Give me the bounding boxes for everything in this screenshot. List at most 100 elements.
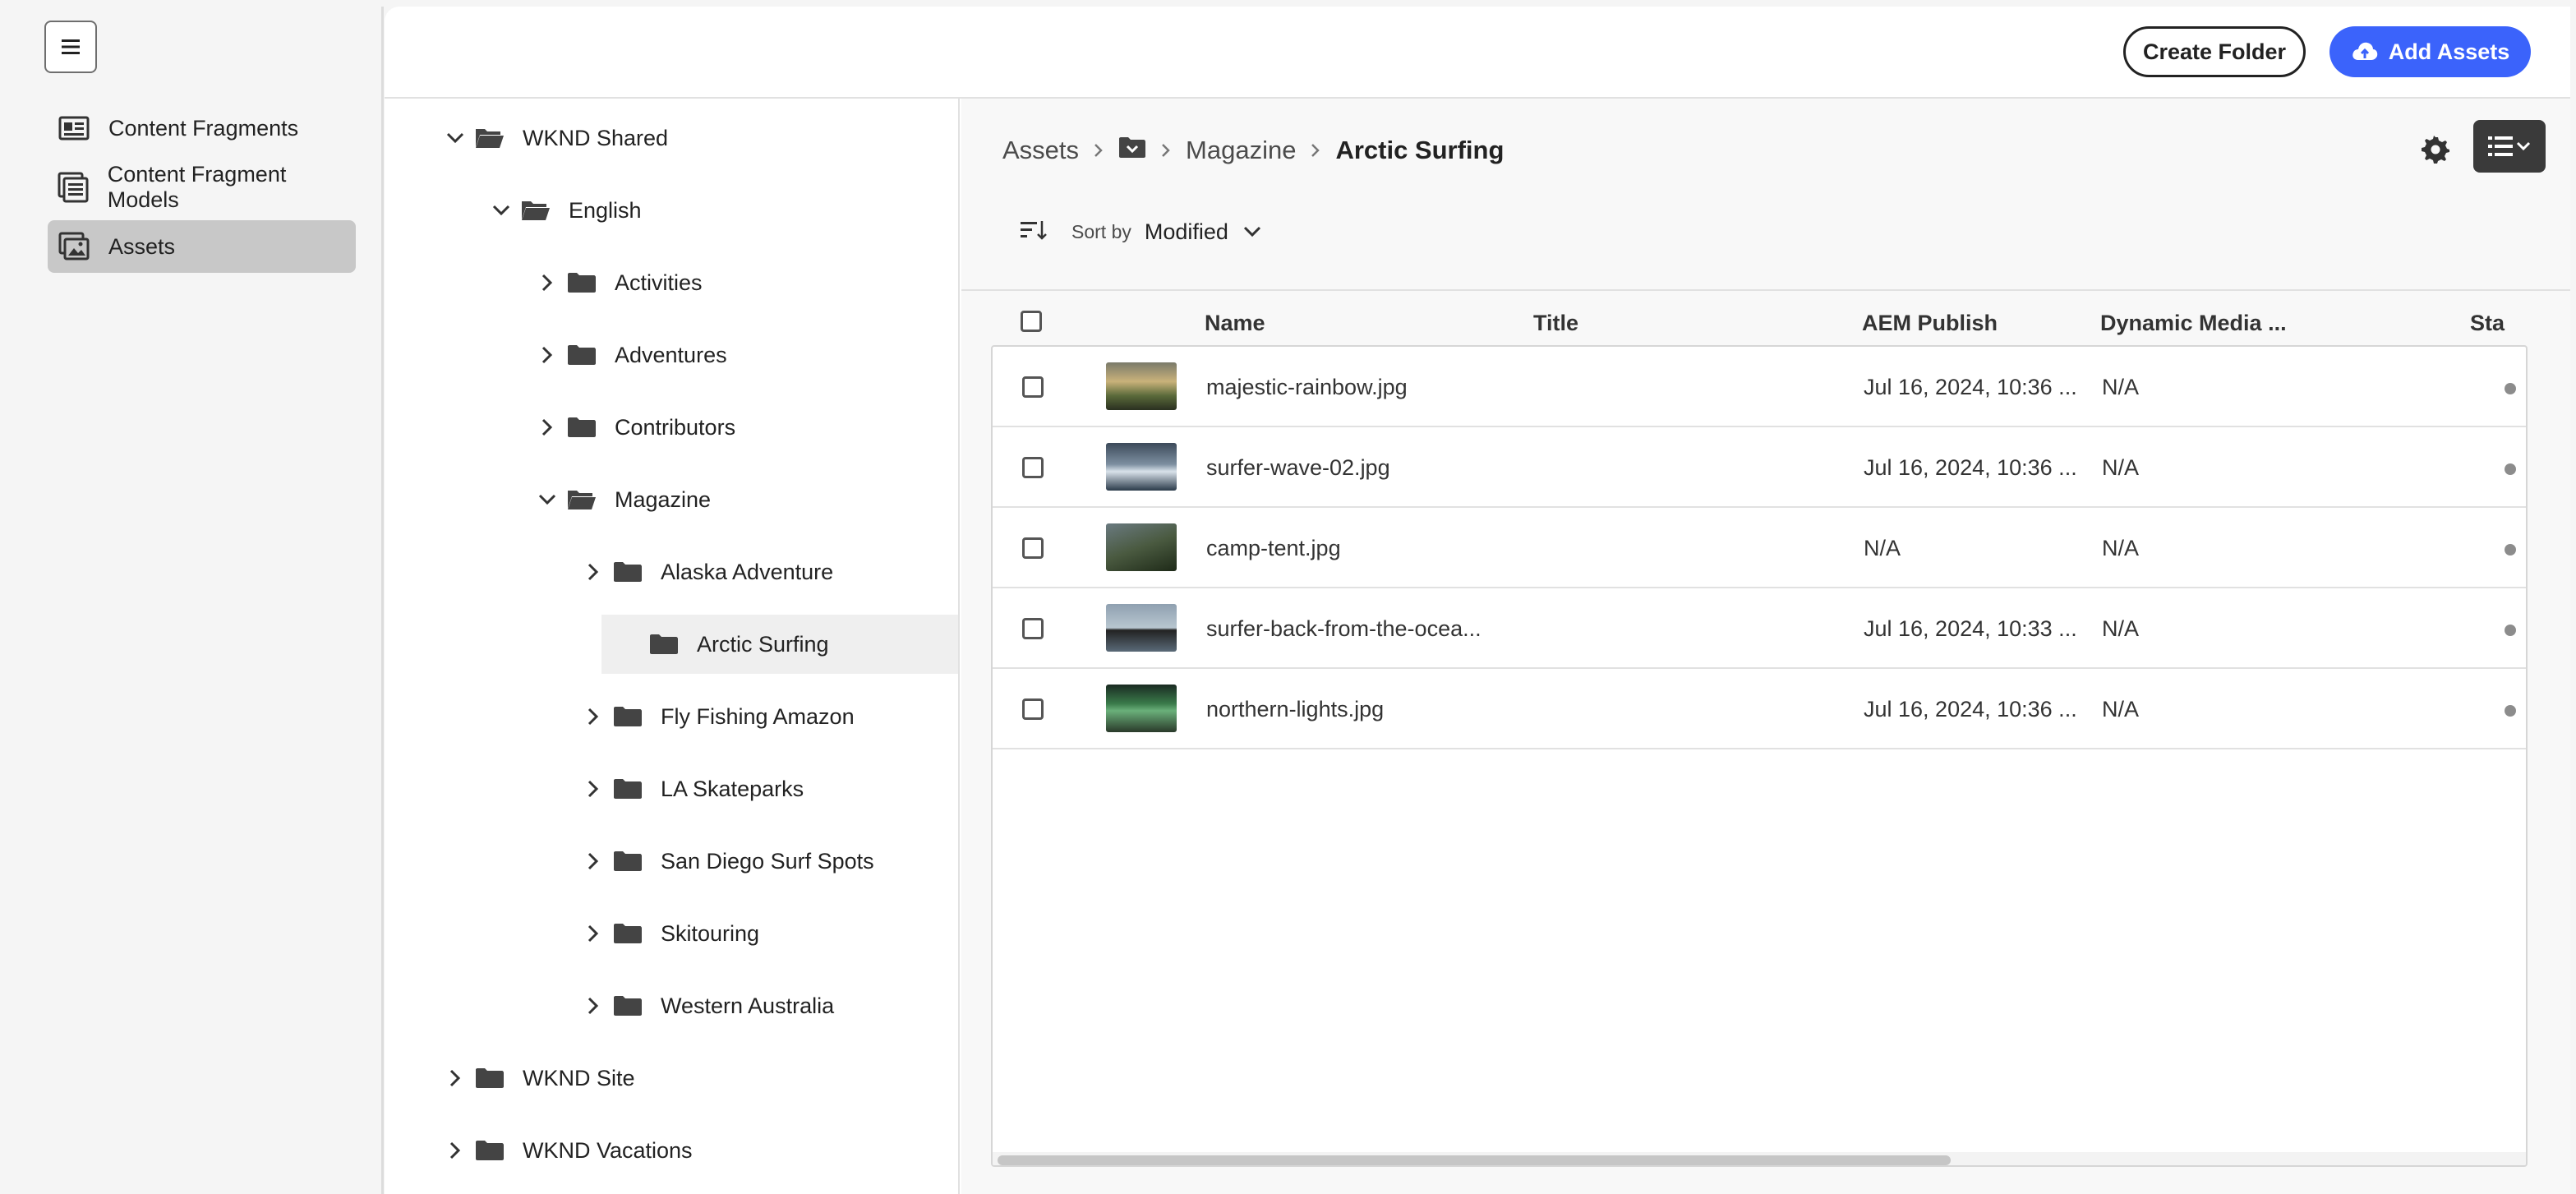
column-header-aem-publish[interactable]: AEM Publish [1862,311,1998,336]
folder-icon [475,1138,506,1163]
add-assets-button[interactable]: Add Assets [2329,26,2531,77]
chevron-down-icon[interactable] [1243,226,1261,237]
folder-open-icon [475,126,506,150]
asset-aem-publish: Jul 16, 2024, 10:33 ... [1864,616,2077,641]
chevron-right-icon[interactable] [583,707,603,726]
tree-item[interactable]: LA Skateparks [385,759,958,818]
asset-name[interactable]: surfer-back-from-the-ocea... [1206,616,1482,642]
create-folder-button[interactable]: Create Folder [2123,26,2306,77]
tree-item[interactable]: English [385,181,958,240]
table-row[interactable]: majestic-rainbow.jpg Jul 16, 2024, 10:36 … [993,347,2526,427]
tree-item[interactable]: Western Australia [385,976,958,1035]
table-row[interactable]: surfer-wave-02.jpg Jul 16, 2024, 10:36 ..… [993,427,2526,508]
asset-name[interactable]: northern-lights.jpg [1206,697,1384,722]
row-checkbox[interactable] [1022,537,1044,559]
column-header-dynamic-media[interactable]: Dynamic Media ... [2100,311,2287,336]
status-dot [2505,625,2516,636]
chevron-right-icon[interactable] [537,417,557,437]
asset-name[interactable]: camp-tent.jpg [1206,536,1341,561]
tree-item-label: Adventures [615,342,727,367]
tree-item[interactable]: San Diego Surf Spots [385,832,958,891]
table-row[interactable]: camp-tent.jpg N/A N/A [993,508,2526,588]
tree-item[interactable]: Alaska Adventure [385,542,958,602]
tree-item[interactable]: Skitouring [385,904,958,963]
tree-item[interactable]: Activities [385,253,958,312]
tree-item[interactable]: WKND Vacations [385,1121,958,1180]
chevron-down-icon[interactable] [491,201,511,220]
tree-item[interactable]: Contributors [385,398,958,457]
chevron-right-icon[interactable] [445,1068,465,1088]
sort-by-value[interactable]: Modified [1145,219,1228,245]
tree-item-label: San Diego Surf Spots [661,848,874,874]
sort-order-icon [1021,220,1047,240]
asset-dynamic-media: N/A [2102,697,2140,721]
horizontal-scrollbar[interactable] [998,1155,1951,1165]
sort-bar: Sort by Modified [1019,214,1261,250]
asset-thumbnail[interactable] [1106,362,1177,410]
status-dot [2505,705,2516,717]
sort-direction-button[interactable] [1019,219,1048,246]
column-header-title[interactable]: Title [1533,311,1578,336]
asset-name[interactable]: surfer-wave-02.jpg [1206,455,1390,481]
chevron-right-icon[interactable] [583,779,603,799]
content-fragment-models-icon [58,171,90,204]
chevron-right-icon[interactable] [583,996,603,1016]
tree-item[interactable]: WKND Shared [385,108,958,168]
row-checkbox[interactable] [1022,376,1044,398]
chevron-right-icon[interactable] [445,1141,465,1160]
nav-item-assets[interactable]: Assets [48,220,356,273]
nav-item-content-fragments[interactable]: Content Fragments [48,102,356,154]
column-header-status[interactable]: Sta [2470,311,2505,336]
chevron-right-icon[interactable] [583,851,603,871]
row-checkbox[interactable] [1022,698,1044,720]
tree-item[interactable]: Adventures [385,325,958,385]
menu-toggle-button[interactable] [44,21,97,73]
column-header-name[interactable]: Name [1205,311,1265,336]
tree-item[interactable]: Arctic Surfing [601,615,958,674]
folder-dropdown-icon[interactable] [1118,136,1146,165]
tree-item-label: Magazine [615,486,712,512]
folder-icon [613,704,644,729]
nav-item-content-fragment-models[interactable]: Content Fragment Models [48,161,356,214]
settings-button[interactable] [2417,131,2454,168]
folder-icon [567,415,598,440]
nav-item-label: Content Fragments [108,115,299,141]
tree-item-label: Contributors [615,414,736,440]
create-folder-label: Create Folder [2142,39,2287,64]
asset-aem-publish: N/A [1864,536,1901,560]
sort-by-label: Sort by [1071,220,1131,242]
asset-thumbnail[interactable] [1106,685,1177,732]
asset-thumbnail[interactable] [1106,523,1177,571]
tree-item-label: LA Skateparks [661,776,804,801]
folder-icon [613,560,644,584]
select-all-checkbox[interactable] [1021,311,1042,332]
table-row[interactable]: northern-lights.jpg Jul 16, 2024, 10:36 .… [993,669,2526,749]
asset-thumbnail[interactable] [1106,443,1177,491]
row-checkbox[interactable] [1022,457,1044,478]
table-row[interactable]: surfer-back-from-the-ocea... Jul 16, 2024… [993,588,2526,669]
chevron-right-icon [1094,143,1104,158]
main-panel: Create Folder Add Assets WKND Shared Engl… [385,7,2570,1194]
asset-name[interactable]: majestic-rainbow.jpg [1206,375,1408,400]
chevron-down-icon[interactable] [537,490,557,509]
asset-aem-publish: Jul 16, 2024, 10:36 ... [1864,375,2077,399]
breadcrumb: Assets Magazine Arctic Surfing [1002,130,1504,171]
add-assets-label: Add Assets [2388,39,2510,64]
breadcrumb-assets[interactable]: Assets [1002,136,1079,165]
view-switcher-button[interactable] [2473,120,2546,173]
chevron-right-icon[interactable] [583,562,603,582]
chevron-right-icon[interactable] [537,345,557,365]
tree-item[interactable]: Fly Fishing Amazon [385,687,958,746]
tree-item[interactable]: WKND Site [385,1049,958,1108]
row-checkbox[interactable] [1022,618,1044,639]
chevron-right-icon[interactable] [583,924,603,943]
chevron-right-icon [1161,143,1171,158]
hamburger-icon [62,39,80,54]
folder-icon [475,1066,506,1090]
chevron-right-icon[interactable] [537,273,557,293]
tree-item[interactable]: Magazine [385,470,958,529]
asset-thumbnail[interactable] [1106,604,1177,652]
nav-divider [381,7,384,1194]
breadcrumb-magazine[interactable]: Magazine [1186,136,1296,165]
chevron-down-icon[interactable] [445,128,465,148]
